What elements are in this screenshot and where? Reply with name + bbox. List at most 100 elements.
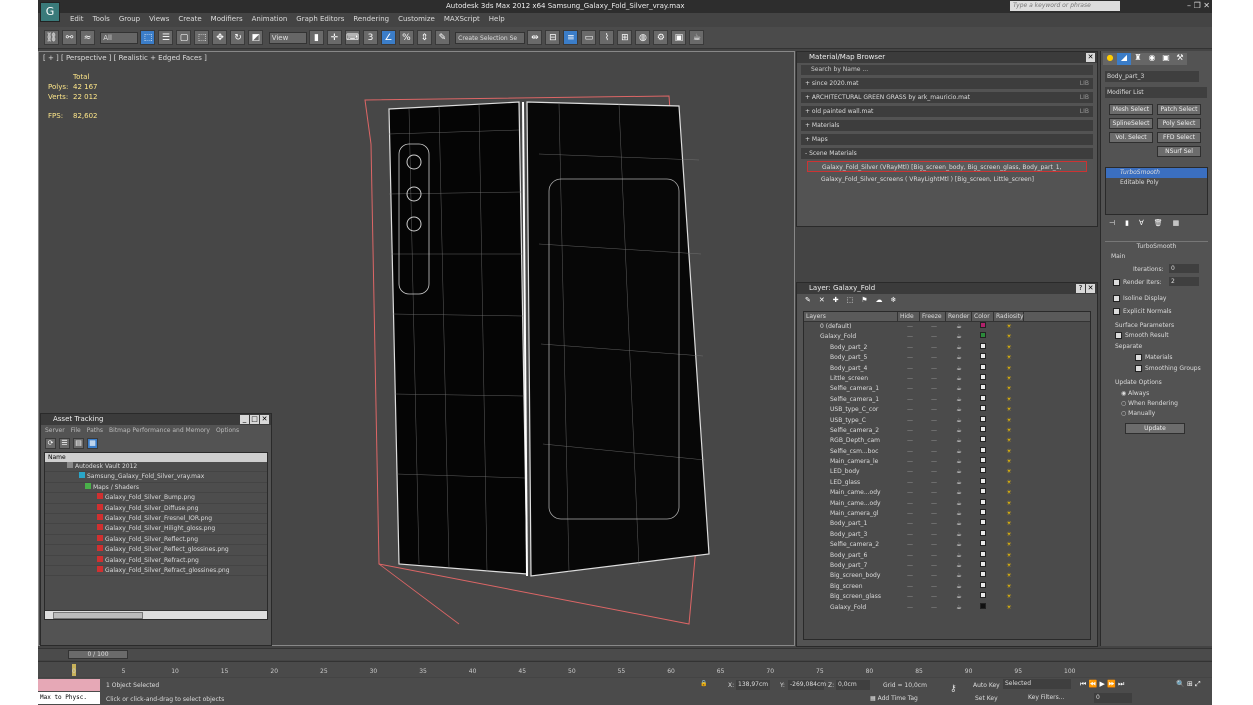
z-field[interactable]: 0,0cm: [836, 680, 870, 690]
layer-row[interactable]: Big_screen_glass — — ☕ ☀: [804, 592, 1090, 602]
curve-editor-icon[interactable]: ⌇: [599, 30, 615, 45]
render-iters-checkbox[interactable]: Render Iters:: [1113, 279, 1162, 286]
layer-color-swatch[interactable]: [980, 353, 986, 360]
current-frame-field[interactable]: 0: [1094, 693, 1132, 703]
select-icon[interactable]: ⬚: [140, 30, 156, 45]
asset-menu-item[interactable]: Bitmap Performance and Memory: [109, 427, 210, 434]
pin-stack-icon[interactable]: ⊣: [1109, 219, 1115, 227]
material-group[interactable]: - Scene Materials: [801, 148, 1093, 159]
radiosity-icon[interactable]: ☀: [994, 426, 1024, 436]
render-teapot-icon[interactable]: ☕: [946, 467, 972, 477]
asset-item[interactable]: Galaxy_Fold_Silver_Refract_glossines.png: [45, 565, 267, 577]
render-teapot-icon[interactable]: ☕: [946, 322, 972, 332]
material-group[interactable]: + ARCHITECTURAL GREEN GRASS by ark_mauri…: [801, 92, 1093, 103]
layer-color-swatch[interactable]: [980, 581, 986, 588]
render-teapot-icon[interactable]: ☕: [946, 436, 972, 446]
modifier-button[interactable]: Poly Select: [1157, 118, 1201, 129]
layer-color-swatch[interactable]: [980, 415, 986, 422]
x-field[interactable]: 138,97cm: [736, 680, 770, 690]
layer-color-swatch[interactable]: [980, 467, 986, 474]
radiosity-icon[interactable]: ☀: [994, 603, 1024, 613]
radiosity-icon[interactable]: ☀: [994, 478, 1024, 488]
layer-color-swatch[interactable]: [980, 446, 986, 453]
modifier-button[interactable]: SplineSelect: [1109, 118, 1153, 129]
layer-row[interactable]: Selfie_camera_2— — ☕ ☀: [804, 425, 1090, 436]
menu-item[interactable]: Views: [149, 15, 169, 23]
layer-color-swatch[interactable]: [980, 592, 986, 599]
radiosity-icon[interactable]: ☀: [994, 571, 1024, 581]
table-view-icon[interactable]: ▦: [87, 438, 98, 449]
render-teapot-icon[interactable]: ☕: [946, 530, 972, 540]
layer-color-swatch[interactable]: [980, 540, 986, 547]
materials-checkbox[interactable]: Materials: [1135, 354, 1173, 361]
modifier-button[interactable]: NSurf Sel: [1157, 146, 1201, 157]
layer-row[interactable]: Galaxy_Fold — — ☕ ☀: [804, 332, 1090, 342]
details-icon[interactable]: ▤: [73, 438, 84, 449]
radiosity-icon[interactable]: ☀: [994, 467, 1024, 477]
radiosity-icon[interactable]: ☀: [994, 540, 1024, 550]
smoothing-groups-checkbox[interactable]: Smoothing Groups: [1135, 365, 1201, 372]
layer-color-swatch[interactable]: [980, 394, 986, 401]
layer-row[interactable]: Selfie_camera_1— — ☕ ☀: [804, 384, 1090, 394]
layer-row[interactable]: Main_came...ody — — ☕ ☀: [804, 488, 1090, 498]
scene-material-item[interactable]: Galaxy_Fold_Silver (VRayMtl) [Big_screen…: [807, 161, 1087, 172]
render-teapot-icon[interactable]: ☕: [946, 592, 972, 602]
iterations-spinner[interactable]: 0: [1169, 264, 1199, 273]
move-icon[interactable]: ✥: [212, 30, 228, 45]
snap-icon[interactable]: 3: [362, 30, 378, 45]
menu-item[interactable]: Rendering: [353, 15, 389, 23]
radiosity-icon[interactable]: ☀: [994, 405, 1024, 415]
render-teapot-icon[interactable]: ☕: [946, 509, 972, 519]
layer-row[interactable]: Body_part_7— — ☕ ☀: [804, 560, 1090, 571]
schematic-icon[interactable]: ⊞: [617, 30, 633, 45]
layer-color-swatch[interactable]: [980, 519, 986, 526]
layer-row[interactable]: Little_screen — — ☕ ☀: [804, 373, 1090, 384]
render-teapot-icon[interactable]: ☕: [946, 478, 972, 488]
layer-row[interactable]: RGB_Depth_cam — — ☕ ☀: [804, 436, 1090, 446]
radiosity-icon[interactable]: ☀: [994, 509, 1024, 519]
menu-item[interactable]: Animation: [252, 15, 288, 23]
manually-radio[interactable]: ○ Manually: [1121, 410, 1155, 417]
lock-icon[interactable]: 🔒: [700, 680, 707, 687]
align-icon[interactable]: ⊟: [545, 30, 561, 45]
layer-color-swatch[interactable]: [980, 498, 986, 505]
layer-color-swatch[interactable]: [980, 425, 986, 432]
layer-row[interactable]: Big_screen — — ☕ ☀: [804, 581, 1090, 592]
layer-color-swatch[interactable]: [980, 457, 986, 464]
make-unique-icon[interactable]: ∀: [1139, 219, 1144, 227]
search-input[interactable]: Type a keyword or phrase: [1010, 1, 1120, 11]
render-teapot-icon[interactable]: ☕: [946, 416, 972, 426]
create-tab-icon[interactable]: ●: [1103, 53, 1117, 65]
refresh-icon[interactable]: ⟳: [45, 438, 56, 449]
remove-modifier-icon[interactable]: 🗑: [1154, 219, 1163, 227]
radiosity-icon[interactable]: ☀: [994, 488, 1024, 498]
radiosity-icon[interactable]: ☀: [994, 353, 1024, 363]
layer-row[interactable]: Body_part_4— — ☕ ☀: [804, 363, 1090, 374]
delete-layer-icon[interactable]: ✕: [819, 296, 825, 304]
layer-column-header[interactable]: Hide: [898, 312, 920, 321]
radiosity-icon[interactable]: ☀: [994, 364, 1024, 374]
render-teapot-icon[interactable]: ☕: [946, 447, 972, 457]
render-teapot-icon[interactable]: ☕: [946, 571, 972, 581]
asset-item[interactable]: Galaxy_Fold_Silver_Hilight_gloss.png: [45, 524, 267, 535]
update-button[interactable]: Update: [1125, 423, 1185, 434]
layer-color-swatch[interactable]: [980, 342, 986, 349]
material-editor-icon[interactable]: ◍: [635, 30, 651, 45]
layer-column-header[interactable]: Render: [946, 312, 972, 321]
layer-row[interactable]: USB_type_C — — ☕ ☀: [804, 415, 1090, 426]
modifier-stack-item[interactable]: TurboSmooth: [1106, 168, 1207, 178]
spinner-snap-icon[interactable]: ⇕: [416, 30, 432, 45]
layer-column-header[interactable]: Layers: [804, 312, 898, 321]
key-filters-button[interactable]: Key Filters...: [1028, 694, 1065, 701]
radiosity-icon[interactable]: ☀: [994, 499, 1024, 509]
asset-item[interactable]: Autodesk Vault 2012: [45, 462, 267, 473]
viewport-label[interactable]: [ + ] [ Perspective ] [ Realistic + Edge…: [43, 54, 207, 62]
render-teapot-icon[interactable]: ☕: [946, 332, 972, 342]
radiosity-icon[interactable]: ☀: [994, 592, 1024, 602]
radiosity-icon[interactable]: ☀: [994, 519, 1024, 529]
render-icon[interactable]: ☕: [689, 30, 705, 45]
modifier-list-dropdown[interactable]: Modifier List: [1105, 87, 1207, 98]
layer-color-swatch[interactable]: [980, 373, 986, 380]
radiosity-icon[interactable]: ☀: [994, 561, 1024, 571]
layer-row[interactable]: Galaxy_Fold — — ☕ ☀: [804, 602, 1090, 613]
